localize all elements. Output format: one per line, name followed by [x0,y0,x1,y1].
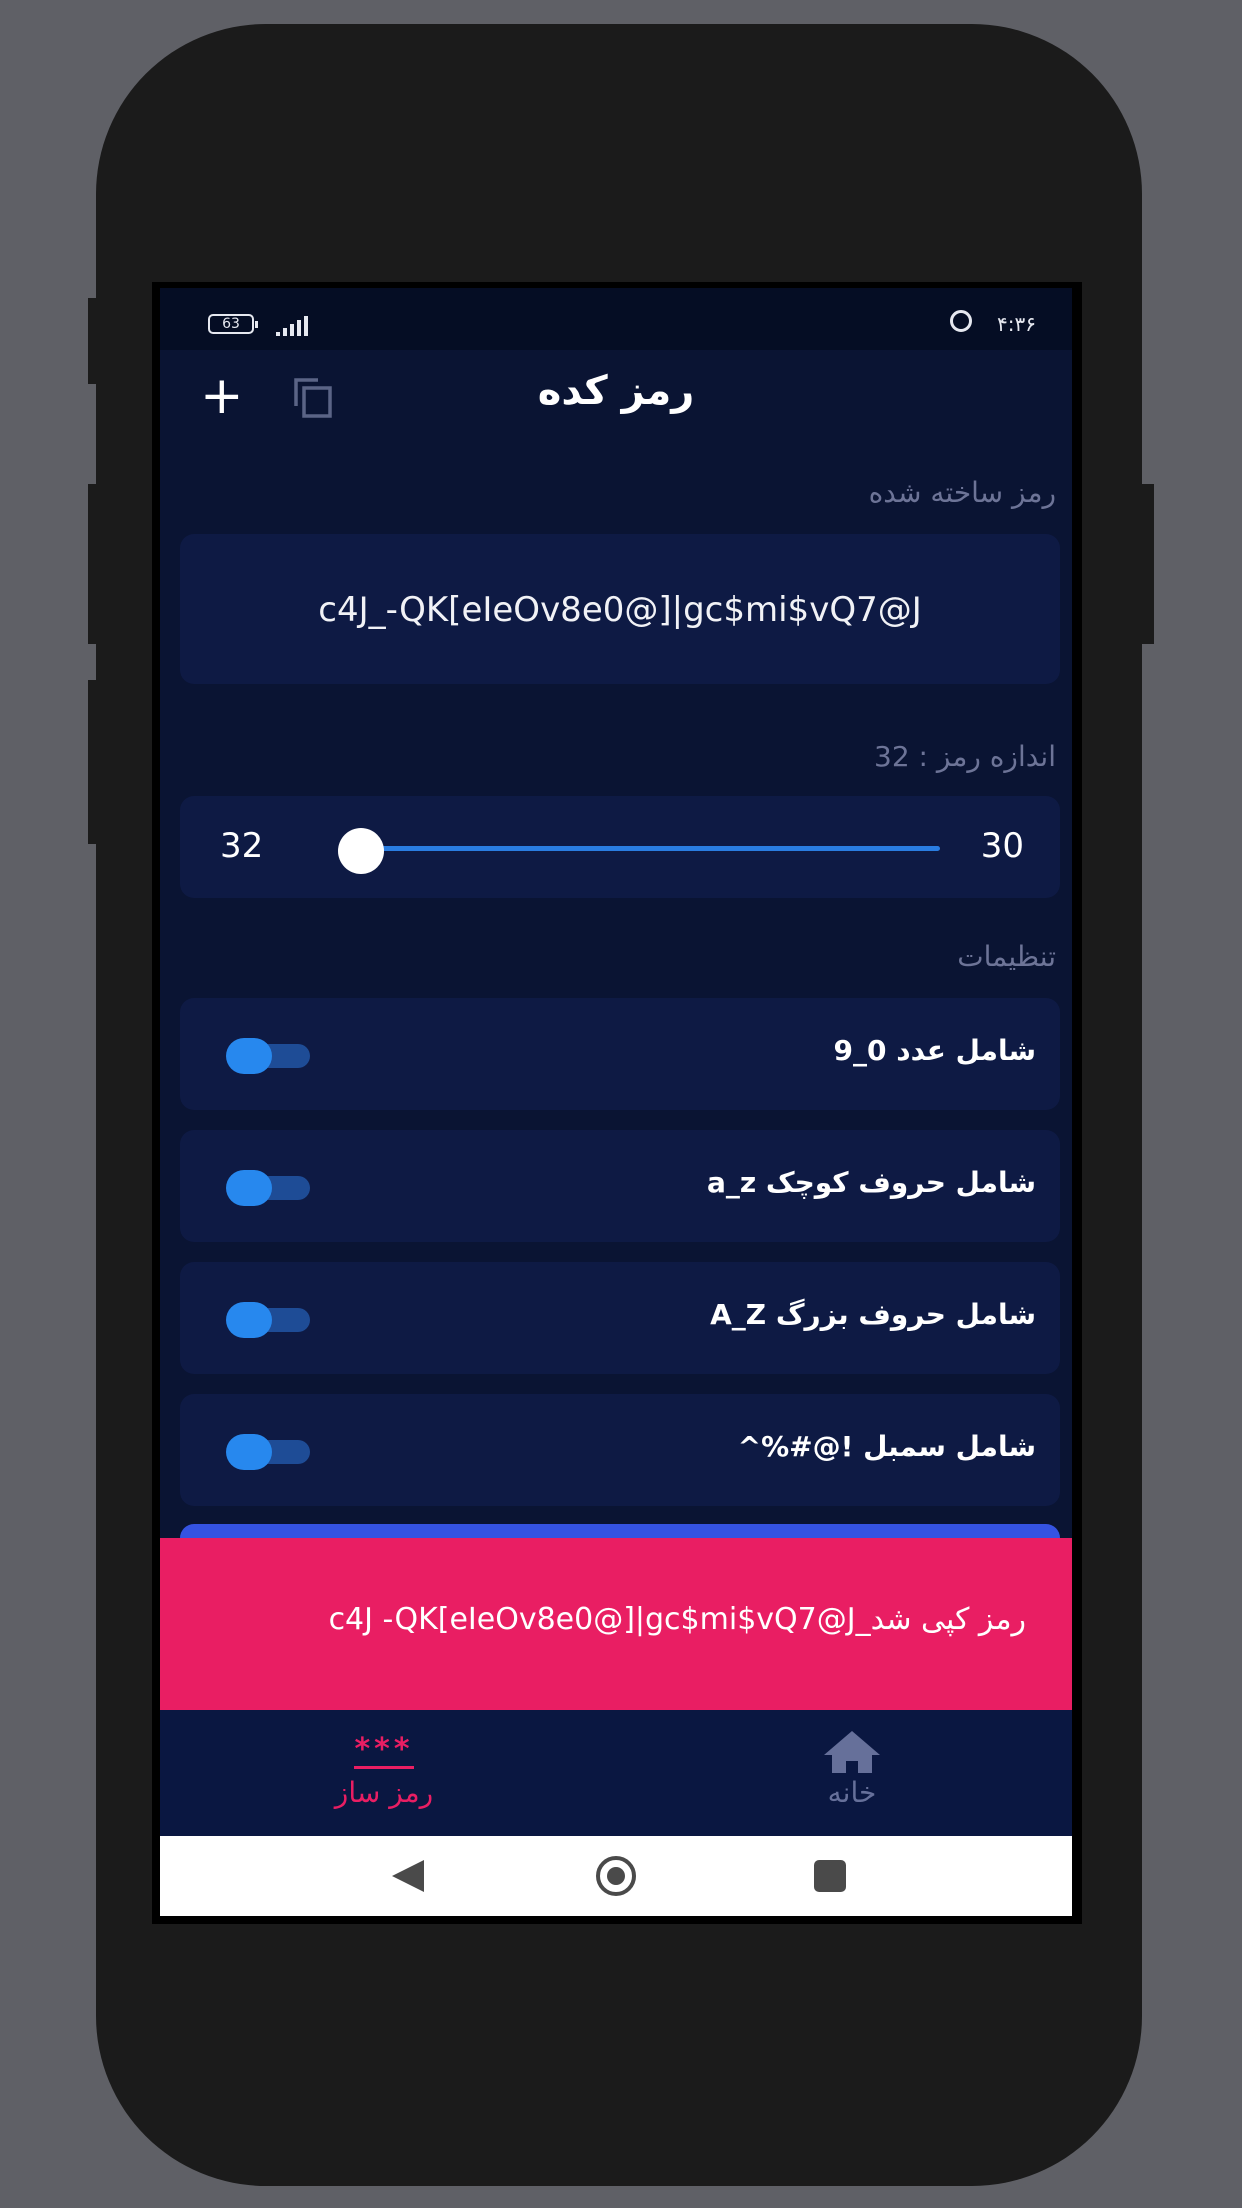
nav-item-password-generator[interactable]: *** رمز ساز [284,1728,484,1809]
settings-label: تنظیمات [957,940,1056,973]
side-button-left-bottom [88,680,100,844]
home-button-icon[interactable] [596,1856,636,1896]
app-bar: + رمز کده [160,350,1072,460]
toggle-switch[interactable] [226,1170,312,1206]
option-label: شامل حروف بزرگ A_Z [710,1298,1036,1331]
app-screen: 63 ۴:۳۶ + رمز کده رمز ساخته شده c4J_-QK[… [160,288,1072,1916]
option-label: شامل حروف کوچک a_z [706,1166,1036,1199]
toggle-switch[interactable] [226,1038,312,1074]
option-digits[interactable]: شامل عدد 0_9 [180,998,1060,1110]
battery-indicator: 63 [208,314,258,334]
nav-label: رمز ساز [334,1776,434,1809]
slider-track[interactable] [360,846,940,851]
generated-password: c4J_-QK[eIeOv8e0@]|gc$mi$vQ7@J [318,590,922,630]
option-lowercase[interactable]: شامل حروف کوچک a_z [180,1130,1060,1242]
slider-max-value: 32 [220,826,264,866]
home-icon [752,1728,952,1776]
length-label: اندازه رمز : 32 [874,740,1056,773]
system-navigation-bar [160,1836,1072,1916]
option-symbols[interactable]: شامل سمبل !@#%^ [180,1394,1060,1506]
side-button-left-middle [88,484,100,644]
snackbar-message: رمز کپی شد_c4J -QK[eIeOv8e0@]|gc$mi$vQ7@… [328,1602,1026,1637]
asterisks-icon: *** [354,1731,414,1769]
option-uppercase[interactable]: شامل حروف بزرگ A_Z [180,1262,1060,1374]
status-bar: 63 ۴:۳۶ [160,288,1072,350]
toggle-switch[interactable] [226,1302,312,1338]
side-button-left-top [88,298,100,384]
generated-password-label: رمز ساخته شده [868,476,1056,509]
slider-min-value: 30 [980,826,1024,866]
nav-item-home[interactable]: خانه [752,1728,952,1809]
snackbar: رمز کپی شد_c4J -QK[eIeOv8e0@]|gc$mi$vQ7@… [160,1538,1072,1710]
status-time: ۴:۳۶ [997,312,1036,336]
option-label: شامل عدد 0_9 [833,1034,1036,1067]
toggle-switch[interactable] [226,1434,312,1470]
length-slider-card: 32 30 [180,796,1060,898]
recent-apps-icon[interactable] [814,1860,846,1892]
alarm-icon [950,310,972,332]
page-title: رمز کده [537,368,695,414]
password-card[interactable]: c4J_-QK[eIeOv8e0@]|gc$mi$vQ7@J [180,534,1060,684]
option-label: شامل سمبل !@#%^ [737,1430,1036,1463]
slider-thumb[interactable] [338,828,384,874]
signal-icon [276,316,308,336]
nav-label: خانه [827,1776,877,1809]
bottom-navigation: *** رمز ساز خانه [160,1710,1072,1836]
side-button-right [1142,484,1154,644]
back-icon[interactable] [392,1860,424,1892]
